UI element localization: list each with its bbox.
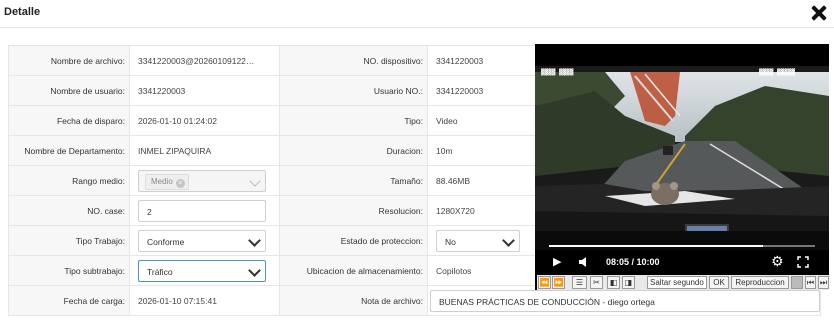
- toolbar-divider: [791, 276, 803, 289]
- skip-start-icon[interactable]: ⏮: [805, 276, 816, 289]
- size-label: Tamaño:: [279, 165, 428, 196]
- subwork-type-select[interactable]: Tráfico: [138, 259, 266, 282]
- chevron-down-icon: [248, 233, 261, 247]
- video-time: 08:05 / 10:00: [606, 257, 660, 267]
- list-icon[interactable]: ☰: [572, 276, 587, 289]
- range-select[interactable]: Medio ×: [138, 169, 266, 192]
- chevron-down-icon: [249, 174, 261, 187]
- case-label: NO. case:: [8, 195, 130, 226]
- filename-value: 3341220003@20260109122…: [129, 45, 280, 76]
- subwork-type-label: Tipo subtrabajo:: [8, 255, 130, 286]
- type-label: Tipo:: [279, 105, 428, 136]
- seek-seconds-placeholder: Saltar segundo: [650, 278, 704, 287]
- user-no-label: Usuario NO.:: [279, 75, 428, 106]
- scissors-icon[interactable]: ✂: [590, 276, 603, 289]
- play-icon[interactable]: ▶: [553, 255, 561, 268]
- skip-end-icon[interactable]: ⏭: [818, 276, 829, 289]
- work-type-label: Tipo Trabajo:: [8, 225, 130, 256]
- trigger-date-label: Fecha de disparo:: [8, 105, 130, 136]
- upload-date-label: Fecha de carga:: [8, 285, 130, 316]
- subwork-type-value: Tráfico: [147, 266, 173, 277]
- chevron-down-icon: [248, 263, 261, 277]
- chevron-down-icon: [502, 233, 515, 247]
- close-icon[interactable]: [810, 4, 828, 22]
- fullscreen-icon[interactable]: [797, 256, 809, 268]
- frame-forward-icon[interactable]: ◨: [622, 276, 635, 289]
- dialog-header: Detalle: [0, 0, 834, 28]
- username-label: Nombre de usuario:: [8, 75, 130, 106]
- filename-label: Nombre de archivo:: [8, 45, 130, 76]
- osd-left: ▓▓▓▓ ▓▓▓▓: [541, 69, 574, 76]
- range-label: Rango medio:: [8, 165, 130, 196]
- username-value: 3341220003: [129, 75, 280, 106]
- case-input[interactable]: 2: [138, 199, 266, 222]
- note-input[interactable]: BUENAS PRÁCTICAS DE CONDUCCIÓN - diego o…: [430, 289, 820, 312]
- protection-select[interactable]: No: [436, 229, 520, 252]
- frame-back-icon[interactable]: ◧: [607, 276, 620, 289]
- gear-icon[interactable]: ⚙: [771, 253, 784, 270]
- playback-button[interactable]: Reproduccion: [731, 276, 789, 289]
- work-type-select[interactable]: Conforme: [138, 229, 266, 252]
- case-input-value: 2: [147, 206, 152, 217]
- resolution-label: Resolucion:: [279, 195, 428, 226]
- dialog-title: Detalle: [4, 6, 41, 18]
- video-progress-bar[interactable]: [549, 245, 815, 247]
- note-input-value: BUENAS PRÁCTICAS DE CONDUCCIÓN - diego o…: [439, 296, 655, 307]
- department-label: Nombre de Departamento:: [8, 135, 130, 166]
- department-value: INMEL ZIPAQUIRA: [129, 135, 280, 166]
- storage-label: Ubicacion de almacenamiento:: [279, 255, 428, 286]
- remove-tag-icon[interactable]: ×: [175, 178, 185, 188]
- note-label: Nota de archivo:: [279, 285, 428, 316]
- fast-forward-icon[interactable]: ⏩: [552, 276, 565, 289]
- ok-button[interactable]: OK: [709, 276, 729, 289]
- rewind-icon[interactable]: ⏪: [538, 276, 551, 289]
- seek-seconds-input[interactable]: Saltar segundo: [647, 276, 707, 289]
- range-tag-label: Medio: [151, 176, 173, 186]
- work-type-value: Conforme: [147, 236, 185, 247]
- protection-value: No: [445, 236, 456, 247]
- video-toolbar: ⏪ ⏩ ☰ ✂ ◧ ◨ Saltar segundo OK Reproducci…: [537, 275, 829, 290]
- video-player[interactable]: ▓▓▓▓ ▓▓▓▓ ▓▓▓▓ ▓▓▓▓▓ ▶ 08:05 / 10:00 ⚙: [535, 44, 829, 290]
- protection-label: Estado de proteccion:: [279, 225, 428, 256]
- range-tag: Medio ×: [145, 173, 189, 190]
- video-frame: [535, 66, 829, 250]
- video-progress-fill: [549, 245, 764, 247]
- upload-date-value: 2026-01-10 07:15:41: [129, 285, 280, 316]
- device-label: NO. dispositivo:: [279, 45, 428, 76]
- trigger-date-value: 2026-01-10 01:24:02: [129, 105, 280, 136]
- volume-icon[interactable]: [578, 256, 590, 268]
- duration-label: Duracion:: [279, 135, 428, 166]
- osd-right: ▓▓▓▓ ▓▓▓▓▓: [759, 69, 796, 76]
